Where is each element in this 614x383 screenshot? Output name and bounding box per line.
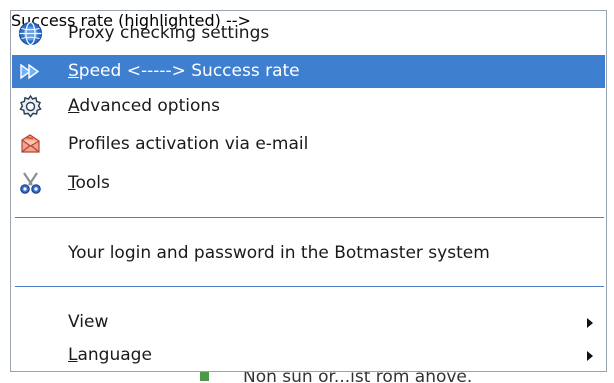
menu-item-proxy-checking-settings[interactable]: Proxy checking settings [12,17,605,50]
menu-item-profiles-activation-email[interactable]: Profiles activation via e-mail [12,128,605,161]
gear-icon [18,94,43,119]
mnemonic-char: A [68,96,80,116]
menu-item-label: View [68,312,109,332]
scissors-icon [18,171,43,196]
menu-item-login-password[interactable]: Your login and password in the Botmaster… [12,237,605,270]
submenu-arrow-icon [587,351,593,361]
mnemonic-char: T [68,173,76,193]
menu-item-view[interactable]: View [12,306,605,339]
menu-item-label: Profiles activation via e-mail [68,134,309,154]
menu-item-label: Tools [68,167,110,200]
menu-item-label: Advanced options [68,90,220,123]
globe-icon [18,21,43,46]
menu-separator [15,286,604,287]
background-partial-text: Non sun or...ist rom ahove. [200,372,614,383]
submenu-arrow-icon [587,318,593,328]
envelope-icon [18,132,43,157]
context-menu: Proxy checking settings Success rate (hi… [10,10,607,372]
menu-item-label: Language [68,339,152,372]
label-rest: dvanced options [79,96,221,116]
mnemonic-char: S [68,61,79,81]
menu-item-label: Speed <-----> Success rate [68,55,300,88]
menu-separator [15,217,604,218]
menu-item-speed-success-rate[interactable]: Speed <-----> Success rate [12,55,605,88]
menu-item-advanced-options[interactable]: Advanced options [12,90,605,123]
menu-item-label: Your login and password in the Botmaster… [68,243,490,263]
background-checkbox [200,372,209,381]
fast-forward-icon [18,59,43,84]
menu-item-label: Proxy checking settings [68,23,270,43]
label-rest: peed <-----> Success rate [78,61,300,81]
label-rest: anguage [77,345,152,365]
background-text: Non sun or...ist rom ahove. [243,372,473,383]
menu-item-tools[interactable]: Tools [12,167,605,200]
label-rest: ools [75,173,110,193]
menu-item-language[interactable]: Language [12,339,605,372]
